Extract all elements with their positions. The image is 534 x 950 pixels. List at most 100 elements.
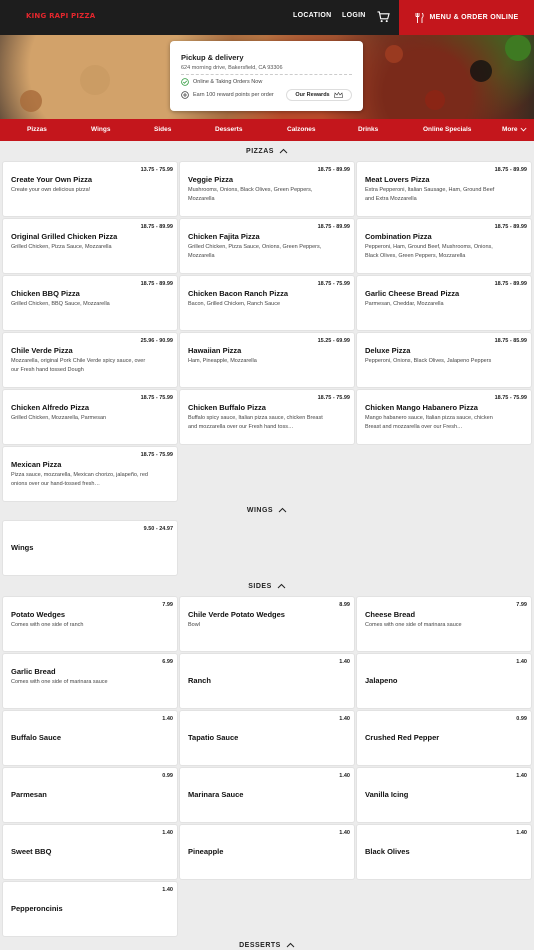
menu-item-card[interactable]: 18.75 - 75.99 Mexican Pizza Pizza sauce, m… [3, 447, 177, 501]
item-price: 1.40 [339, 659, 350, 665]
menu-item-card[interactable]: 1.40 Marinara Sauce [180, 768, 354, 822]
menu-item-card[interactable]: 1.40 Pineapple [180, 825, 354, 879]
menu-item-card[interactable]: 18.75 - 89.99 Combination Pizza Pepperoni,… [357, 219, 531, 273]
item-price: 18.75 - 75.99 [494, 395, 527, 401]
nav-location-link[interactable]: LOCATION [293, 12, 331, 19]
category-online-specials[interactable]: Online Specials [423, 126, 471, 133]
item-description: Mushrooms, Onions, Black Olives, Green P… [188, 187, 313, 202]
item-name: Create Your Own Pizza [11, 175, 92, 184]
menu-order-online-button[interactable]: MENU & ORDER ONLINE [399, 0, 534, 35]
item-description: Grilled Chicken, Mozzarella, Parmesan [11, 415, 107, 421]
item-name: Pepperoncinis [11, 904, 63, 913]
item-name: Garlic Bread [11, 667, 56, 676]
chevron-up-icon[interactable] [278, 507, 287, 513]
chevron-up-icon[interactable] [279, 148, 288, 154]
menu-item-card[interactable]: 6.99 Garlic Bread Comes with one side of m… [3, 654, 177, 708]
menu-item-card[interactable]: 15.25 - 69.99 Hawaiian Pizza Ham, Pineappl… [180, 333, 354, 387]
item-price: 1.40 [516, 659, 527, 665]
item-price: 18.75 - 85.99 [494, 338, 527, 344]
menu-item-card[interactable]: 18.75 - 89.99 Chicken Fajita Pizza Grilled… [180, 219, 354, 273]
item-description: Parmesan, Cheddar, Mozzarella [365, 301, 444, 307]
chevron-up-icon[interactable] [277, 583, 286, 589]
category-pizzas[interactable]: Pizzas [27, 126, 47, 133]
item-description: Buffalo spicy sauce, Italian pizza sauce… [188, 415, 323, 430]
category-desserts[interactable]: Desserts [215, 126, 242, 133]
menu-item-card[interactable]: 1.40 Buffalo Sauce [3, 711, 177, 765]
item-name: Buffalo Sauce [11, 733, 62, 742]
category-calzones[interactable]: Calzones [287, 126, 316, 133]
menu-item-card[interactable]: 1.40 Vanilla Icing [357, 768, 531, 822]
section-header-desserts[interactable]: DESSERTS [0, 937, 534, 950]
menu-item-card[interactable]: 18.75 - 75.99 Chicken Alfredo Pizza Grille… [3, 390, 177, 444]
item-price: 18.75 - 75.99 [140, 452, 173, 458]
cart-icon[interactable] [377, 11, 390, 23]
chevron-down-icon [520, 127, 527, 132]
item-name: Mexican Pizza [11, 460, 62, 469]
menu-item-card[interactable]: 1.40 Jalapeno [357, 654, 531, 708]
category-drinks[interactable]: Drinks [358, 126, 378, 133]
item-name: Chicken Mango Habanero Pizza [365, 403, 478, 412]
menu-item-card[interactable]: 18.75 - 85.99 Deluxe Pizza Pepperoni, Onio… [357, 333, 531, 387]
section-title: DESSERTS [239, 941, 281, 949]
menu-item-card[interactable]: 18.75 - 89.99 Garlic Cheese Bread Pizza Pa… [357, 276, 531, 330]
category-sides[interactable]: Sides [154, 126, 171, 133]
menu-item-card[interactable]: 18.75 - 75.99 Chicken Buffalo Pizza Buffal… [180, 390, 354, 444]
item-name: Jalapeno [365, 676, 398, 685]
menu-item-card[interactable]: 1.40 Ranch [180, 654, 354, 708]
logo[interactable]: KING RAPI PIZZA [26, 12, 95, 20]
menu-item-card[interactable]: 18.75 - 75.99 Chicken Mango Habanero Pizz… [357, 390, 531, 444]
order-button-label: MENU & ORDER ONLINE [429, 14, 519, 21]
section-title: WINGS [246, 506, 274, 514]
item-name: Garlic Cheese Bread Pizza [365, 289, 460, 298]
menu-item-card[interactable]: 7.99 Cheese Bread Comes with one side of m… [357, 597, 531, 651]
item-price: 1.40 [162, 830, 173, 836]
menu-item-card[interactable]: 18.75 - 89.99 Chicken BBQ Pizza Grilled Ch… [3, 276, 177, 330]
item-description: Bacon, Grilled Chicken, Ranch Sauce [188, 301, 281, 307]
item-name: Combination Pizza [365, 232, 432, 241]
item-price: 1.40 [339, 716, 350, 722]
nav-login-link[interactable]: LOGIN [342, 12, 366, 19]
item-name: Chile Verde Potato Wedges [188, 610, 285, 619]
item-description: Pepperoni, Ham, Ground Beef, Mushrooms, … [365, 244, 493, 259]
item-price: 13.75 - 75.99 [140, 167, 173, 173]
menu-item-card[interactable]: 1.40 Black Olives [357, 825, 531, 879]
category-more[interactable]: More [502, 126, 527, 133]
menu-item-card[interactable]: 13.75 - 75.99 Create Your Own Pizza Create… [3, 162, 177, 216]
item-price: 18.75 - 89.99 [494, 281, 527, 287]
menu-item-card[interactable]: 1.40 Tapatio Sauce [180, 711, 354, 765]
menu-item-card[interactable]: 1.40 Pepperoncinis [3, 882, 177, 936]
item-name: Chicken Alfredo Pizza [11, 403, 90, 412]
menu-item-card[interactable]: 8.99 Chile Verde Potato Wedges Bowl [180, 597, 354, 651]
item-name: Hawaiian Pizza [188, 346, 242, 355]
item-description: Comes with one side of ranch [11, 622, 84, 628]
section-header-sides[interactable]: SIDES [0, 578, 534, 594]
menu-item-card[interactable]: 1.40 Sweet BBQ [3, 825, 177, 879]
item-price: 15.25 - 69.99 [317, 338, 350, 344]
menu-item-card[interactable]: 18.75 - 75.99 Chicken Bacon Ranch Pizza Ba… [180, 276, 354, 330]
section-header-pizzas[interactable]: PIZZAS [0, 143, 534, 159]
chevron-up-icon[interactable] [286, 942, 295, 948]
item-price: 7.99 [516, 602, 527, 608]
section-header-wings[interactable]: WINGS [0, 502, 534, 518]
item-description: Mango habanero sauce, Italian pizza sauc… [365, 415, 493, 430]
menu-item-card[interactable]: 25.96 - 90.99 Chile Verde Pizza Mozzarella… [3, 333, 177, 387]
item-price: 1.40 [162, 716, 173, 722]
menu-item-card[interactable]: 18.75 - 89.99 Meat Lovers Pizza Extra Pepp… [357, 162, 531, 216]
item-name: Chicken Buffalo Pizza [188, 403, 266, 412]
item-description: Grilled Chicken, Pizza Sauce, Mozzarella [11, 244, 112, 250]
item-name: Marinara Sauce [188, 790, 244, 799]
item-name: Chile Verde Pizza [11, 346, 73, 355]
divider [181, 74, 352, 75]
menu-item-card[interactable]: 0.99 Parmesan [3, 768, 177, 822]
menu-item-card[interactable]: 9.50 - 24.97 Wings [3, 521, 177, 575]
menu-item-card[interactable]: 18.75 - 89.99 Original Grilled Chicken Pi… [3, 219, 177, 273]
item-name: Chicken Fajita Pizza [188, 232, 260, 241]
menu-item-card[interactable]: 18.75 - 89.99 Veggie Pizza Mushrooms, Onio… [180, 162, 354, 216]
category-wings[interactable]: Wings [91, 126, 110, 133]
item-price: 25.96 - 90.99 [140, 338, 173, 344]
menu-item-card[interactable]: 0.99 Crushed Red Pepper [357, 711, 531, 765]
item-name: Veggie Pizza [188, 175, 234, 184]
our-rewards-button[interactable]: Our Rewards [286, 89, 352, 101]
menu-item-card[interactable]: 7.99 Potato Wedges Comes with one side of … [3, 597, 177, 651]
item-name: Pineapple [188, 847, 224, 856]
